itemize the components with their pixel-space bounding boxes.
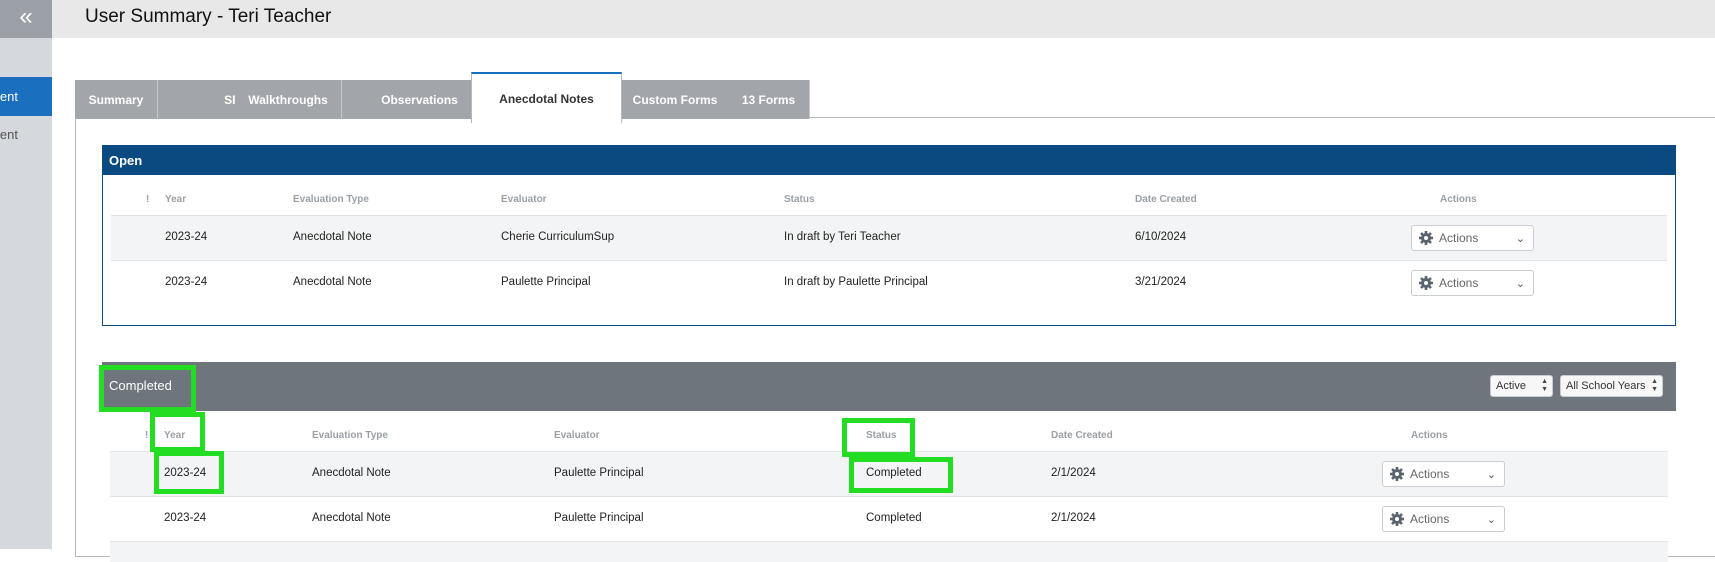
actions-label: Actions: [1439, 276, 1479, 290]
cell-evaluator: Paulette Principal: [501, 276, 591, 288]
tab-observations[interactable]: Observations: [367, 80, 473, 119]
actions-dropdown-button[interactable]: Actions ⌄: [1411, 225, 1534, 251]
select-arrows-icon: ▲ ▼: [1541, 378, 1548, 393]
tab-13-forms[interactable]: 13 Forms: [728, 80, 810, 119]
table-row[interactable]: 2023-24 Anecdotal Note Paulette Principa…: [111, 260, 1667, 305]
cell-date-created: 6/10/2024: [1135, 231, 1187, 243]
open-panel: Open ! Year Evaluation Type Evaluator St…: [102, 145, 1676, 326]
cell-date-created: 2/1/2024: [1051, 512, 1096, 524]
actions-label: Actions: [1410, 467, 1450, 481]
sidebar: « ent ent: [0, 0, 52, 549]
column-header-date-created[interactable]: Date Created: [1135, 194, 1197, 205]
table-row[interactable]: 2023-24 Anecdotal Note Paulette Principa…: [110, 451, 1668, 496]
sidebar-item[interactable]: ent: [0, 118, 52, 152]
tab-walkthroughs[interactable]: Walkthroughs: [235, 80, 342, 119]
cell-status: In draft by Paulette Principal: [784, 276, 928, 288]
tab-custom-forms[interactable]: Custom Forms: [622, 80, 729, 119]
cell-year: 2023-24: [164, 467, 207, 479]
cell-date-created: 3/21/2024: [1135, 276, 1187, 288]
chevron-down-icon: ⌄: [1515, 233, 1525, 245]
column-header-flag: !: [146, 194, 150, 205]
cell-evaluation-type: Anecdotal Note: [293, 276, 372, 288]
completed-panel: Completed Active ▲ ▼ All School Years ▲ ▼ …: [102, 362, 1676, 562]
cell-evaluator: Paulette Principal: [554, 512, 644, 524]
gear-icon: [1419, 276, 1433, 290]
status-filter-select[interactable]: Active ▲ ▼: [1490, 375, 1553, 397]
cell-status: In draft by Teri Teacher: [784, 231, 901, 243]
cell-year: 2023-24: [165, 276, 208, 288]
column-header-year[interactable]: Year: [165, 194, 186, 205]
chevron-down-icon: ⌄: [1515, 278, 1525, 290]
cell-evaluator: Paulette Principal: [554, 467, 644, 479]
cell-year: 2023-24: [164, 512, 207, 524]
sidebar-item-label: ent: [0, 89, 18, 104]
actions-dropdown-button[interactable]: Actions ⌄: [1382, 506, 1505, 532]
cell-evaluation-type: Anecdotal Note: [293, 231, 372, 243]
cell-evaluator: Cherie CurriculumSup: [501, 231, 615, 243]
select-arrows-icon: ▲ ▼: [1651, 378, 1658, 393]
tab-summary[interactable]: Summary: [75, 80, 158, 119]
column-header-actions: Actions: [1411, 430, 1448, 441]
actions-label: Actions: [1439, 231, 1479, 245]
actions-dropdown-button[interactable]: Actions ⌄: [1411, 270, 1534, 296]
table-row[interactable]: 2023-24 Anecdotal Note Paulette Principa…: [110, 496, 1668, 541]
school-year-filter-select[interactable]: All School Years ▲ ▼: [1560, 375, 1663, 397]
cell-status: Completed: [866, 512, 922, 524]
chevron-down-icon: ⌄: [1486, 514, 1496, 526]
cell-evaluation-type: Anecdotal Note: [312, 512, 391, 524]
cell-date-created: 2/1/2024: [1051, 467, 1096, 479]
completed-panel-header: Completed Active ▲ ▼ All School Years ▲ ▼: [102, 362, 1676, 411]
column-header-evaluator[interactable]: Evaluator: [501, 194, 547, 205]
cell-evaluation-type: Anecdotal Note: [312, 467, 391, 479]
column-header-evaluator[interactable]: Evaluator: [554, 430, 600, 441]
tab-anecdotal-notes[interactable]: Anecdotal Notes: [471, 72, 622, 123]
table-row[interactable]: 2023-24 Anecdotal Note Cherie Curriculum…: [111, 215, 1667, 260]
page-title: User Summary - Teri Teacher: [85, 6, 332, 27]
completed-table: ! Year Evaluation Type Evaluator Status …: [110, 411, 1668, 562]
cell-year: 2023-24: [165, 231, 208, 243]
collapse-sidebar-button[interactable]: «: [0, 0, 52, 38]
column-header-status[interactable]: Status: [784, 194, 815, 205]
sidebar-item-label: ent: [0, 127, 18, 142]
sidebar-item-active[interactable]: ent: [0, 77, 52, 116]
column-header-evaluation-type[interactable]: Evaluation Type: [312, 430, 388, 441]
top-bar: User Summary - Teri Teacher: [52, 0, 1715, 38]
school-year-filter-value: All School Years: [1566, 380, 1646, 392]
actions-label: Actions: [1410, 512, 1450, 526]
cell-status: Completed: [866, 467, 922, 479]
chevron-down-icon: ⌄: [1486, 469, 1496, 481]
column-header-evaluation-type[interactable]: Evaluation Type: [293, 194, 369, 205]
gear-icon: [1390, 467, 1404, 481]
gear-icon: [1419, 231, 1433, 245]
gear-icon: [1390, 512, 1404, 526]
double-chevron-left-icon: «: [19, 3, 33, 30]
table-row[interactable]: [110, 541, 1668, 562]
column-header-date-created[interactable]: Date Created: [1051, 430, 1113, 441]
column-header-status[interactable]: Status: [866, 430, 897, 441]
column-header-year[interactable]: Year: [164, 430, 185, 441]
completed-panel-title: Completed: [109, 378, 172, 393]
column-header-flag: !: [145, 430, 149, 441]
actions-dropdown-button[interactable]: Actions ⌄: [1382, 461, 1505, 487]
status-filter-value: Active: [1496, 380, 1526, 392]
column-header-actions: Actions: [1440, 194, 1477, 205]
open-panel-title: Open: [103, 146, 1675, 175]
open-table: ! Year Evaluation Type Evaluator Status …: [111, 175, 1667, 325]
